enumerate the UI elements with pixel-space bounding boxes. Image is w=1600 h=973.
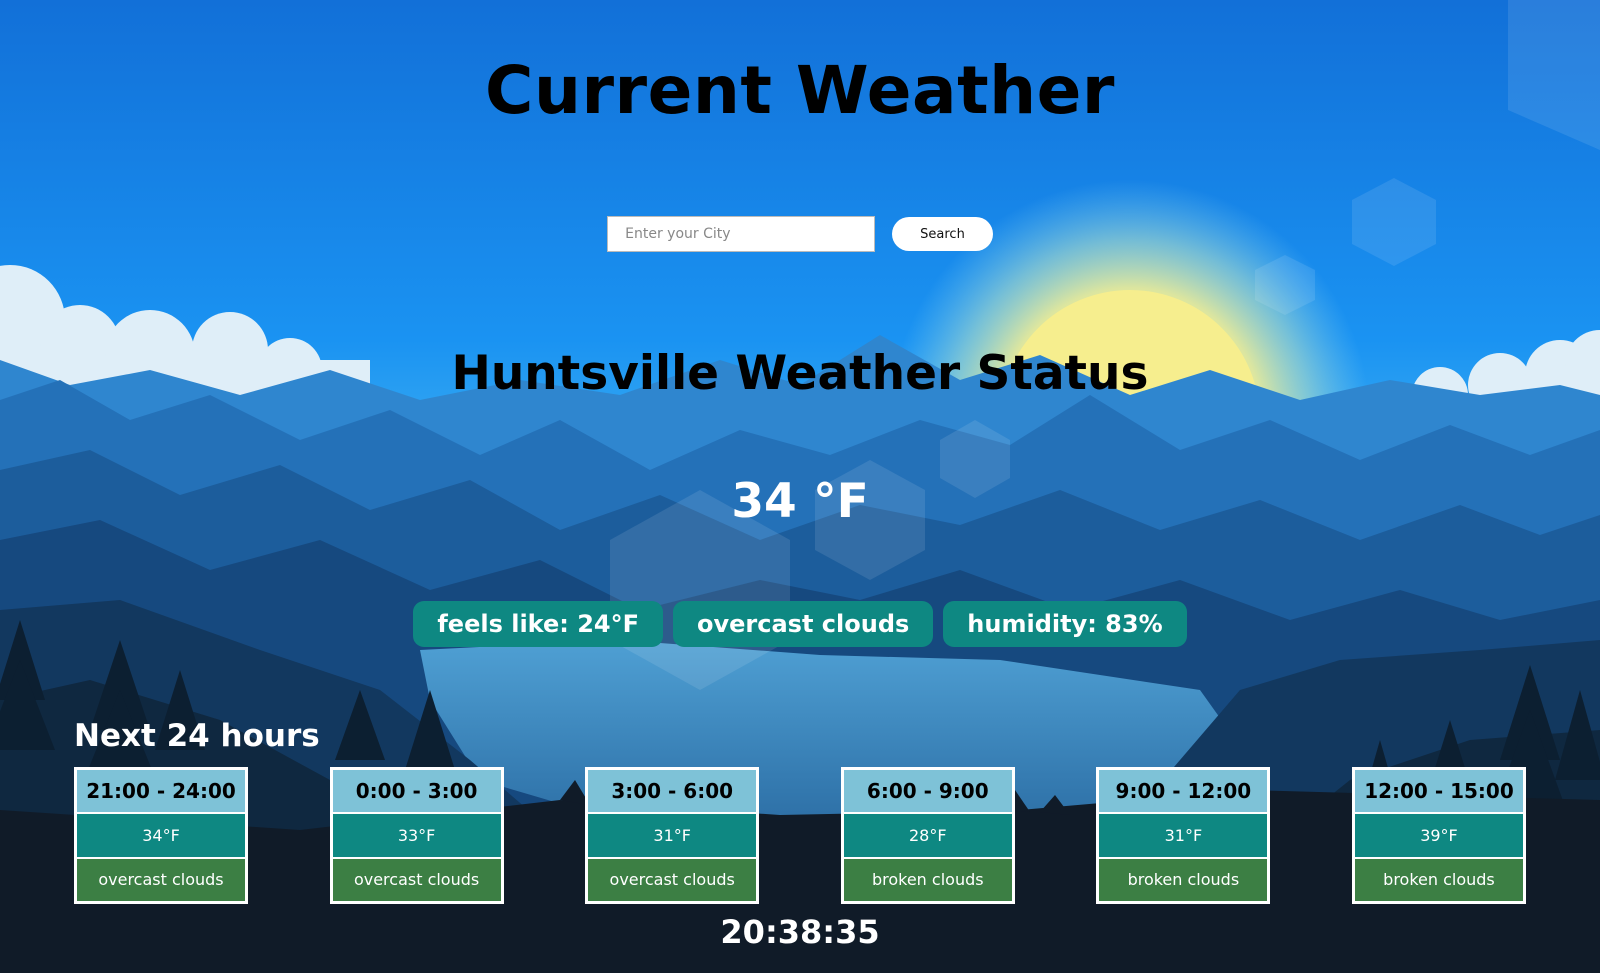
current-details: feels like: 24°F overcast clouds humidit…: [0, 601, 1600, 647]
feels-like-badge: feels like: 24°F: [413, 601, 664, 647]
condition-badge: overcast clouds: [673, 601, 934, 647]
forecast-temp: 39°F: [1354, 814, 1523, 857]
current-temperature: 34 °F: [731, 474, 869, 529]
current-time: 20:38:35: [720, 913, 880, 951]
forecast-temp: 34°F: [77, 814, 245, 857]
forecast-card: 21:00 - 24:00 34°F overcast clouds: [74, 767, 248, 904]
forecast-description: broken clouds: [1354, 858, 1523, 901]
forecast-temp: 31°F: [1099, 814, 1268, 857]
forecast-temp: 33°F: [332, 814, 501, 857]
forecast-card: 9:00 - 12:00 31°F broken clouds: [1096, 767, 1271, 904]
forecast-description: broken clouds: [843, 858, 1012, 901]
weather-app: Current Weather Search Huntsville Weathe…: [0, 0, 1600, 973]
forecast-time: 12:00 - 15:00: [1354, 770, 1523, 813]
forecast-card: 3:00 - 6:00 31°F overcast clouds: [585, 767, 760, 904]
forecast-card: 0:00 - 3:00 33°F overcast clouds: [329, 767, 504, 904]
forecast-temp: 31°F: [588, 814, 757, 857]
search-button[interactable]: Search: [892, 217, 993, 251]
humidity-badge: humidity: 83%: [943, 601, 1187, 647]
forecast-time: 6:00 - 9:00: [843, 770, 1012, 813]
location-heading: Huntsville Weather Status: [451, 346, 1149, 401]
forecast-temp: 28°F: [843, 814, 1012, 857]
forecast-description: broken clouds: [1099, 858, 1268, 901]
forecast-card: 12:00 - 15:00 39°F broken clouds: [1351, 767, 1526, 904]
forecast-time: 3:00 - 6:00: [588, 770, 757, 813]
forecast-description: overcast clouds: [332, 858, 501, 901]
forecast-time: 9:00 - 12:00: [1099, 770, 1268, 813]
city-search-input[interactable]: [607, 216, 876, 252]
forecast-time: 0:00 - 3:00: [332, 770, 501, 813]
forecast-description: overcast clouds: [77, 858, 245, 901]
forecast-description: overcast clouds: [588, 858, 757, 901]
forecast-card: 6:00 - 9:00 28°F broken clouds: [840, 767, 1015, 904]
forecast-time: 21:00 - 24:00: [77, 770, 245, 813]
search-bar: Search: [0, 216, 1600, 252]
forecast-list: 21:00 - 24:00 34°F overcast clouds 0:00 …: [74, 767, 1526, 904]
page-title: Current Weather: [485, 52, 1115, 129]
forecast-heading: Next 24 hours: [74, 718, 320, 754]
